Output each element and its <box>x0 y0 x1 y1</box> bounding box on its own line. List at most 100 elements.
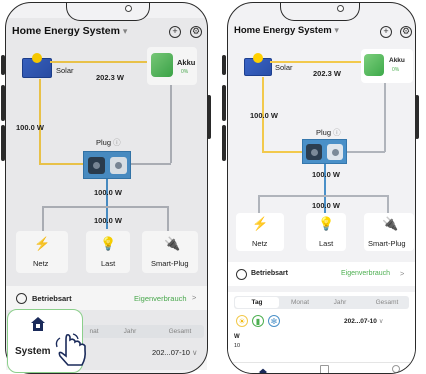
sun-filter-icon[interactable]: ☀ <box>236 315 248 327</box>
flow-line-battery-plug <box>170 85 172 163</box>
battery-icon <box>364 54 384 76</box>
stats-tabs-partial: nat Jahr Gesamt <box>82 325 204 338</box>
plug-output-value-top: 100.0 W <box>94 188 122 197</box>
plus-circle-icon[interactable]: + <box>169 26 181 38</box>
tab-jahr[interactable]: Jahr <box>326 299 354 306</box>
settings-icon <box>16 293 27 304</box>
lightbulb-icon: 💡 <box>100 236 117 251</box>
operating-mode-row[interactable]: Betriebsart Eigenverbrauch > <box>228 262 415 286</box>
netz-card[interactable]: ⚡ Netz <box>236 213 284 251</box>
tap-hand-icon <box>52 332 92 372</box>
battery-label: Akku <box>389 57 405 64</box>
camera-icon <box>125 5 132 12</box>
netz-label: Netz <box>252 239 268 248</box>
plus-circle-icon[interactable]: + <box>380 26 392 38</box>
smart-plug-label: Smart-Plug <box>151 259 189 268</box>
chart-tick-label: 10 <box>234 343 241 349</box>
flow-line-smart-plug <box>387 195 389 213</box>
chevron-right-icon: > <box>192 293 197 302</box>
info-icon[interactable]: ⓘ <box>333 128 341 137</box>
smart-plug-icon: 🔌 <box>164 236 181 251</box>
app-title-text: Home Energy System <box>12 25 120 37</box>
settings-gear-icon[interactable]: ⚙ <box>190 26 202 38</box>
socket-icon <box>110 157 127 174</box>
sun-icon <box>32 53 42 63</box>
operating-mode-value: Eigenverbrauch <box>341 270 391 277</box>
last-card[interactable]: 💡 Last <box>86 231 130 273</box>
phone-side-button <box>222 125 226 161</box>
netz-card[interactable]: ⚡ Netz <box>16 231 68 273</box>
stats-panel: Tag Monat Jahr Gesamt ☀ ▮ ✻ 202...07-10 … <box>228 292 415 362</box>
solar-label: Solar <box>56 66 74 75</box>
tab-monat[interactable]: Monat <box>284 299 316 306</box>
screenshot-stage: Home Energy System ▾ + ⚙ Solar 202.3 W A… <box>0 0 426 374</box>
phone-right: Home Energy System ▾ + ⚙ Solar 202.3 W A… <box>227 2 416 374</box>
tab-gesamt[interactable]: Gesamt <box>368 299 406 306</box>
operating-mode-label: Betriebsart <box>251 270 288 277</box>
last-label: Last <box>101 259 116 268</box>
solar-to-battery-value: 202.3 W <box>96 73 124 82</box>
profile-tab-icon[interactable] <box>392 365 400 373</box>
tab-tag[interactable]: Tag <box>235 297 279 308</box>
camera-icon <box>337 5 344 12</box>
info-icon[interactable]: ⓘ <box>113 138 121 147</box>
plug-device[interactable] <box>302 139 347 164</box>
operating-mode-row[interactable]: Betriebsart Eigenverbrauch > <box>6 286 207 310</box>
tab-jahr[interactable]: Jahr <box>118 328 142 335</box>
stats-tab-icon[interactable] <box>320 365 329 373</box>
tab-gesamt[interactable]: Gesamt <box>162 328 198 335</box>
app-title[interactable]: Home Energy System ▾ <box>12 25 127 37</box>
smart-plug-label: Smart-Plug <box>368 239 406 248</box>
settings-icon <box>236 269 247 280</box>
battery-card[interactable]: Akku 0% <box>147 47 197 85</box>
phone-notch <box>280 3 360 21</box>
solar-label: Solar <box>275 63 293 72</box>
flow-line-smart-plug <box>167 206 169 231</box>
smart-plug-card[interactable]: 🔌 Smart-Plug <box>364 213 414 251</box>
phone-side-button <box>222 85 226 121</box>
lightbulb-icon: 💡 <box>318 216 335 231</box>
system-tab-highlight[interactable]: System <box>7 309 86 373</box>
flow-line-solar-plug-h <box>39 163 83 165</box>
battery-percent: 0% <box>392 67 400 73</box>
power-tower-icon: ⚡ <box>34 236 51 251</box>
battery-icon <box>151 53 173 77</box>
chevron-down-icon: ▾ <box>122 26 128 36</box>
last-card[interactable]: 💡 Last <box>306 213 346 251</box>
home-icon <box>30 316 46 332</box>
plug-label-text: Plug <box>96 138 112 147</box>
stats-tabs: Tag Monat Jahr Gesamt <box>234 296 409 309</box>
battery-filter-icon[interactable]: ▮ <box>252 315 264 327</box>
stats-date-selector[interactable]: 202...07-10 ∨ <box>344 317 383 325</box>
plug-device[interactable] <box>83 151 131 179</box>
sun-icon <box>253 53 263 63</box>
plug-output-value-top: 100.0 W <box>312 170 340 179</box>
battery-percent: 0% <box>181 69 189 75</box>
grid-filter-icon[interactable]: ✻ <box>268 315 280 327</box>
phone-side-button <box>222 55 226 75</box>
solar-to-plug-value: 100.0 W <box>16 123 44 132</box>
socket-icon <box>327 144 343 160</box>
chevron-down-icon: ∨ <box>378 318 384 325</box>
smart-plug-card[interactable]: 🔌 Smart-Plug <box>142 231 198 273</box>
socket-icon <box>88 157 105 174</box>
flow-line-battery-plug <box>384 83 386 152</box>
power-tower-icon: ⚡ <box>252 216 269 231</box>
chart-unit-label: W <box>234 334 240 340</box>
chevron-down-icon: ∨ <box>192 348 198 357</box>
solar-to-battery-value: 202.3 W <box>313 69 341 78</box>
plug-label: Plug ⓘ <box>96 137 121 148</box>
operating-mode-value: Eigenverbrauch <box>134 294 187 303</box>
battery-label: Akku <box>177 58 196 67</box>
battery-card[interactable]: Akku 0% <box>361 49 413 83</box>
home-tab-icon[interactable] <box>258 365 268 373</box>
flow-line-solar-battery <box>270 61 361 63</box>
plug-label-text: Plug <box>316 128 332 137</box>
stats-date-left[interactable]: 202...07-10 ∨ <box>152 348 198 357</box>
smart-plug-icon: 🔌 <box>382 216 399 231</box>
settings-gear-icon[interactable]: ⚙ <box>400 26 412 38</box>
flow-line-solar-plug-h <box>262 151 302 153</box>
operating-mode-label: Betriebsart <box>32 294 72 303</box>
app-title[interactable]: Home Energy System ▾ <box>234 25 339 36</box>
socket-icon <box>306 144 322 160</box>
